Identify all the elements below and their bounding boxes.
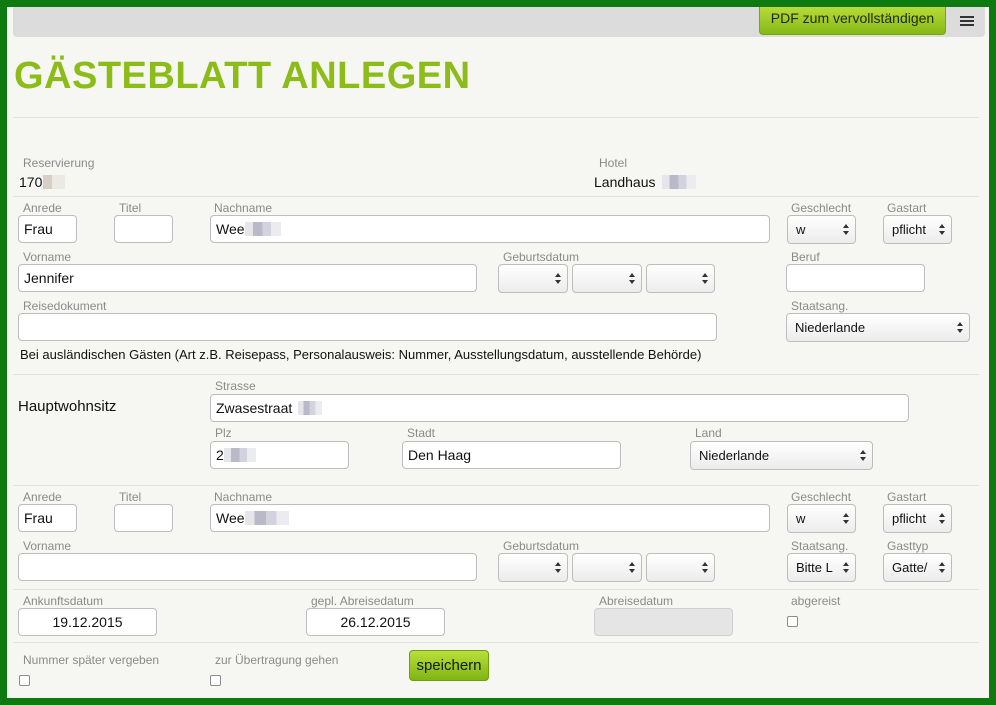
anrede-label-2: Anrede	[23, 490, 62, 504]
gastart-select[interactable]: pflicht	[883, 215, 952, 244]
stadt-input[interactable]: Den Haag	[402, 441, 621, 469]
abgereist-checkbox[interactable]	[787, 616, 798, 627]
abreise-label: Abreisedatum	[599, 594, 674, 608]
chevron-updown-icon	[555, 562, 562, 574]
hotel-label: Hotel	[599, 156, 628, 170]
vorname-input-2[interactable]	[18, 553, 477, 581]
anrede-input[interactable]: Frau	[18, 215, 77, 243]
birth-day-select-2[interactable]	[498, 553, 568, 582]
staatsang-select-2[interactable]: Bitte L	[787, 553, 856, 582]
reisedokument-input[interactable]	[18, 313, 717, 341]
gastart-select-2[interactable]: pflicht	[883, 504, 952, 533]
birth-day-select[interactable]	[498, 264, 568, 293]
staatsang-select[interactable]: Niederlande	[786, 313, 970, 342]
land-label: Land	[695, 426, 722, 440]
nachname-label-2: Nachname	[214, 490, 273, 504]
vorname-label-2: Vorname	[23, 539, 72, 553]
stadt-label: Stadt	[407, 426, 436, 440]
abreise-input	[594, 608, 733, 636]
beruf-label: Beruf	[791, 250, 820, 264]
list-icon[interactable]	[960, 15, 974, 27]
anrede-label: Anrede	[23, 201, 62, 215]
reisedokument-label: Reisedokument	[23, 299, 107, 313]
ankunft-label: Ankunftsdatum	[23, 594, 104, 608]
save-button[interactable]: speichern	[409, 650, 489, 681]
gastart-label: Gastart	[887, 201, 927, 215]
form-frame: PDF zum vervollständigen GÄSTEBLATT ANLE…	[7, 7, 989, 698]
gasttyp-select[interactable]: Gatte/	[883, 553, 952, 582]
vorname-input[interactable]: Jennifer	[18, 264, 477, 292]
gasttyp-label: Gasttyp	[887, 539, 929, 553]
birth-year-select-2[interactable]	[646, 553, 715, 582]
chevron-updown-icon	[702, 273, 709, 285]
birth-month-select-2[interactable]	[572, 553, 642, 582]
nachname-input-2[interactable]: Wee	[210, 504, 770, 532]
birth-year-select[interactable]	[646, 264, 715, 293]
chevron-updown-icon	[702, 562, 709, 574]
strasse-label: Strasse	[215, 379, 256, 393]
vorname-label: Vorname	[23, 250, 72, 264]
titel-label-2: Titel	[119, 490, 142, 504]
uebertragung-checkbox[interactable]	[210, 675, 221, 686]
birth-month-select[interactable]	[572, 264, 642, 293]
chevron-updown-icon	[629, 273, 636, 285]
hauptwohnsitz-heading: Hauptwohnsitz	[18, 398, 117, 415]
reservation-value: 170	[19, 174, 66, 190]
chevron-updown-icon	[939, 513, 946, 525]
divider	[13, 196, 979, 197]
geburtsdatum-label-2: Geburtsdatum	[503, 539, 580, 553]
uebertragung-label: zur Übertragung gehen	[215, 653, 339, 667]
nummer-label: Nummer später vergeben	[23, 653, 160, 667]
plz-input[interactable]: 2	[210, 441, 349, 469]
geburtsdatum-label: Geburtsdatum	[503, 250, 580, 264]
titel-input-2[interactable]	[114, 504, 173, 532]
chevron-updown-icon	[957, 322, 964, 334]
ankunft-input[interactable]: 19.12.2015	[18, 608, 157, 636]
abgereist-label: abgereist	[791, 594, 841, 608]
chevron-updown-icon	[939, 562, 946, 574]
staatsang-label: Staatsang.	[791, 299, 849, 313]
geschlecht-label-2: Geschlecht	[791, 490, 852, 504]
hotel-value: Landhaus	[594, 174, 696, 190]
divider	[13, 642, 979, 643]
chevron-updown-icon	[629, 562, 636, 574]
geschlecht-label: Geschlecht	[791, 201, 852, 215]
document-hint: Bei ausländischen Gästen (Art z.B. Reise…	[20, 347, 702, 362]
nummer-checkbox[interactable]	[19, 675, 30, 686]
chevron-updown-icon	[860, 450, 867, 462]
titel-label: Titel	[119, 201, 142, 215]
anrede-input-2[interactable]: Frau	[18, 504, 77, 532]
chevron-updown-icon	[843, 224, 850, 236]
chevron-updown-icon	[555, 273, 562, 285]
reservation-label: Reservierung	[23, 156, 95, 170]
chevron-updown-icon	[843, 513, 850, 525]
staatsang-label-2: Staatsang.	[791, 539, 849, 553]
geschlecht-select[interactable]: w	[787, 215, 856, 244]
land-select[interactable]: Niederlande	[690, 441, 873, 470]
beruf-input[interactable]	[786, 264, 925, 292]
titel-input[interactable]	[114, 215, 173, 243]
chevron-updown-icon	[843, 562, 850, 574]
divider	[13, 485, 979, 486]
geschlecht-select-2[interactable]: w	[787, 504, 856, 533]
divider	[13, 589, 979, 590]
top-toolbar: PDF zum vervollständigen	[13, 7, 985, 37]
nachname-input[interactable]: Wee	[210, 215, 770, 243]
pdf-complete-button[interactable]: PDF zum vervollständigen	[759, 7, 946, 35]
gastart-label-2: Gastart	[887, 490, 927, 504]
nachname-label: Nachname	[214, 201, 273, 215]
page-title: GÄSTEBLATT ANLEGEN	[14, 55, 471, 97]
divider	[13, 117, 979, 118]
gepl-abreise-input[interactable]: 26.12.2015	[306, 608, 445, 636]
divider	[13, 374, 979, 375]
strasse-input[interactable]: Zwasestraat	[210, 394, 909, 422]
plz-label: Plz	[215, 426, 232, 440]
gepl-abreise-label: gepl. Abreisedatum	[311, 594, 414, 608]
chevron-updown-icon	[939, 224, 946, 236]
